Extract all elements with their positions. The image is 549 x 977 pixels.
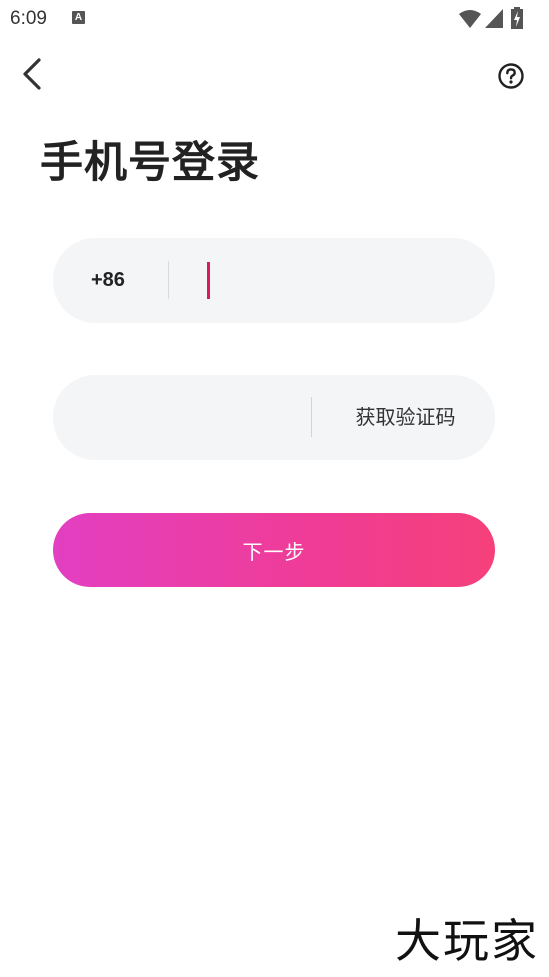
text-caret (207, 262, 210, 299)
notification-icon: A (72, 11, 85, 24)
field-divider (311, 397, 312, 437)
phone-number-input[interactable] (193, 238, 473, 323)
phone-field[interactable]: +86 (53, 238, 495, 323)
page-title: 手机号登录 (40, 138, 260, 188)
verification-code-input[interactable] (83, 375, 303, 460)
help-button[interactable] (495, 60, 527, 92)
get-code-button[interactable]: 获取验证码 (333, 375, 478, 460)
status-bar: 6:09 A (0, 0, 549, 38)
verification-code-field[interactable]: 获取验证码 (53, 375, 495, 460)
signal-icon (485, 9, 503, 28)
status-time: 6:09 (10, 8, 47, 29)
field-divider (168, 261, 169, 299)
battery-charging-icon (511, 7, 523, 29)
next-button[interactable]: 下一步 (53, 513, 495, 587)
wifi-icon (459, 10, 481, 28)
chevron-left-icon (23, 58, 41, 90)
question-circle-icon (498, 63, 524, 89)
watermark-logo: 大玩家 (395, 914, 539, 968)
status-icons (459, 6, 539, 30)
country-code-selector[interactable]: +86 (91, 238, 125, 323)
back-button[interactable] (14, 55, 54, 95)
